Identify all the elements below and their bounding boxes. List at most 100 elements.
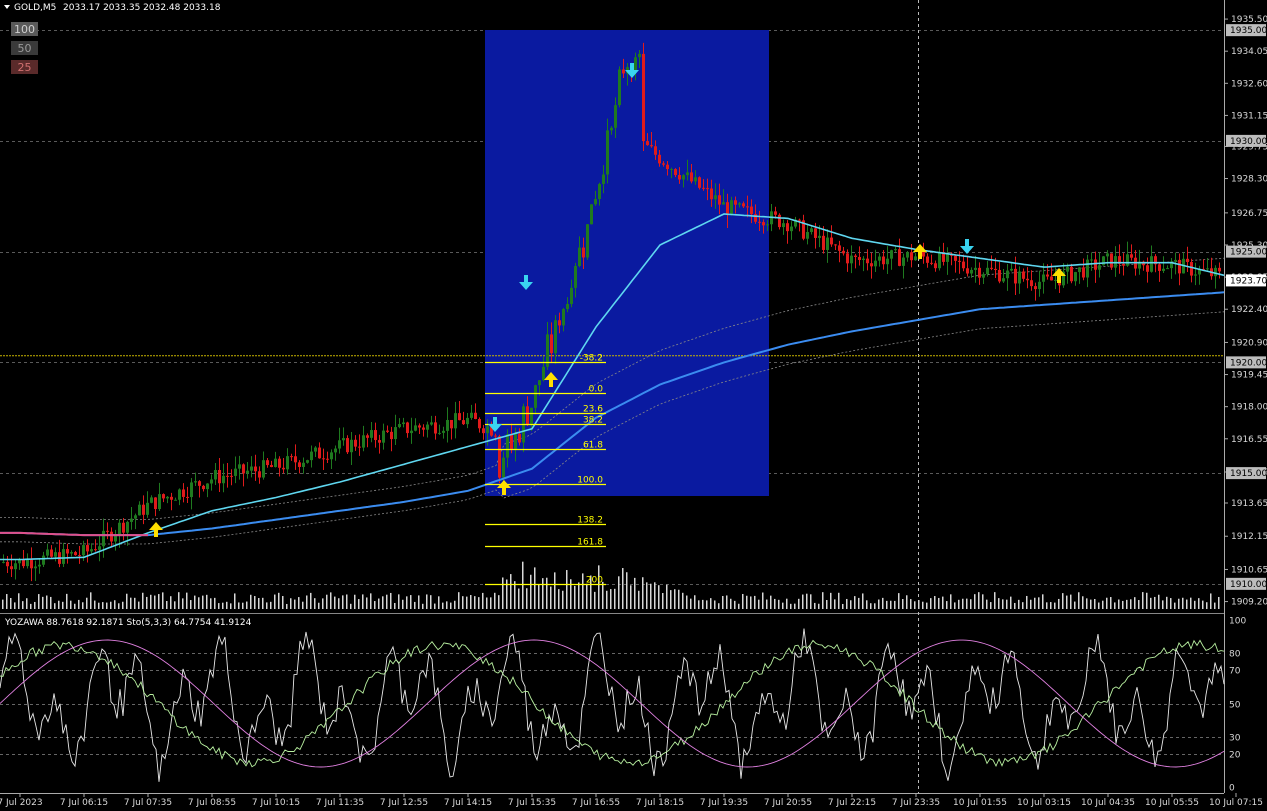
- time-tick-label: 7 Jul 07:35: [124, 798, 172, 808]
- candle: [730, 200, 733, 215]
- candle: [614, 105, 617, 128]
- candle: [838, 245, 841, 251]
- volume-bar: [674, 589, 676, 609]
- volume-bar: [282, 596, 284, 609]
- volume-bar: [682, 592, 684, 609]
- time-tick-label: 7 Jul 12:55: [380, 798, 428, 808]
- volume-bar: [122, 601, 124, 609]
- candle: [182, 489, 185, 497]
- chart-canvas[interactable]: -38.20.023.638.261.8100.0138.2161.8200 1…: [0, 0, 1267, 811]
- candle: [542, 366, 545, 381]
- volume-bar: [1058, 598, 1060, 609]
- volume-bar: [630, 585, 632, 609]
- candle: [734, 200, 737, 205]
- volume-bar: [806, 593, 808, 609]
- volume-bar: [638, 590, 640, 609]
- fibonacci-box[interactable]: [485, 30, 769, 496]
- candle: [862, 258, 865, 260]
- candle: [650, 145, 653, 147]
- volume-bar: [354, 594, 356, 609]
- volume-bar: [830, 592, 832, 609]
- candle: [806, 232, 809, 239]
- volume-bar: [878, 599, 880, 609]
- candle: [358, 446, 361, 448]
- price-axis[interactable]: 1935.501934.051932.601931.151929.751928.…: [1224, 15, 1267, 608]
- candle: [762, 222, 765, 226]
- candle: [154, 497, 157, 510]
- time-axis[interactable]: 7 Jul 2023 7 Jul 06:15 7 Jul 07:35 7 Jul 08…: [0, 793, 1263, 808]
- volume-bar: [1090, 599, 1092, 609]
- volume-bar: [262, 597, 264, 609]
- volume-bar: [626, 572, 628, 609]
- volume-bar: [990, 602, 992, 609]
- stochastic-main-line: [0, 639, 1225, 768]
- volume-bar: [398, 594, 400, 609]
- time-tick-label: 7 Jul 16:55: [572, 798, 620, 808]
- dropdown-icon[interactable]: [4, 5, 10, 9]
- volume-bar: [542, 578, 544, 609]
- volume-bar: [986, 599, 988, 609]
- volume-bar: [134, 597, 136, 609]
- candle: [402, 422, 405, 425]
- volume-bar: [1022, 602, 1024, 609]
- volume-bar: [762, 592, 764, 609]
- candle: [530, 407, 533, 426]
- candle: [858, 256, 861, 260]
- candle: [558, 320, 561, 326]
- volume-bar: [894, 600, 896, 609]
- candle: [6, 561, 9, 567]
- volume-bar: [854, 596, 856, 609]
- time-tick-label: 7 Jul 15:35: [508, 798, 556, 808]
- zoom-buttons[interactable]: 100 50 25: [11, 22, 38, 74]
- volume-bar: [526, 588, 528, 609]
- candle: [978, 267, 981, 278]
- candle: [882, 256, 885, 265]
- volume-bar: [362, 594, 364, 609]
- candle: [1050, 276, 1053, 281]
- candle: [42, 555, 45, 565]
- candle: [130, 518, 133, 522]
- candle: [138, 504, 141, 516]
- candle: [234, 468, 237, 476]
- volume-bar: [946, 601, 948, 609]
- volume-bar: [318, 602, 320, 609]
- candle: [1078, 267, 1081, 273]
- volume-bar: [334, 596, 336, 609]
- price-tick-label: 1912.15: [1231, 532, 1267, 542]
- candle: [306, 460, 309, 463]
- volume-bar: [110, 601, 112, 609]
- volume-bar: [2, 599, 4, 609]
- candle: [450, 419, 453, 429]
- volume-bar: [218, 603, 220, 609]
- candle: [1034, 286, 1037, 290]
- price-tick-label: 1913.65: [1231, 499, 1267, 509]
- candle: [470, 412, 473, 418]
- oscillator-level-label: 70: [1229, 667, 1241, 677]
- ohlc-readout: 2033.17 2033.35 2032.48 2033.18: [63, 3, 221, 13]
- volume-bar: [718, 603, 720, 609]
- volume-bar: [758, 599, 760, 609]
- candle: [66, 549, 69, 554]
- candle: [638, 53, 641, 58]
- volume-bar: [390, 592, 392, 609]
- candle: [218, 469, 221, 484]
- volume-bar: [982, 594, 984, 609]
- candle: [998, 269, 1001, 282]
- zoom-50-label: 50: [18, 42, 32, 55]
- oscillator-level-label: 20: [1229, 751, 1241, 761]
- volume-bar: [886, 600, 888, 609]
- volume-bar: [190, 600, 192, 609]
- volume-bar: [834, 599, 836, 609]
- ema-slow-bearish-segment: [0, 531, 148, 537]
- candle: [38, 564, 41, 567]
- candle: [962, 261, 965, 269]
- candle: [750, 206, 753, 215]
- candle: [486, 426, 489, 434]
- volume-bar: [1158, 594, 1160, 609]
- candle: [666, 164, 669, 170]
- volume-bar: [322, 598, 324, 609]
- candle: [150, 497, 153, 503]
- candle: [1194, 274, 1197, 276]
- candle: [810, 228, 813, 233]
- volume-bar: [726, 595, 728, 609]
